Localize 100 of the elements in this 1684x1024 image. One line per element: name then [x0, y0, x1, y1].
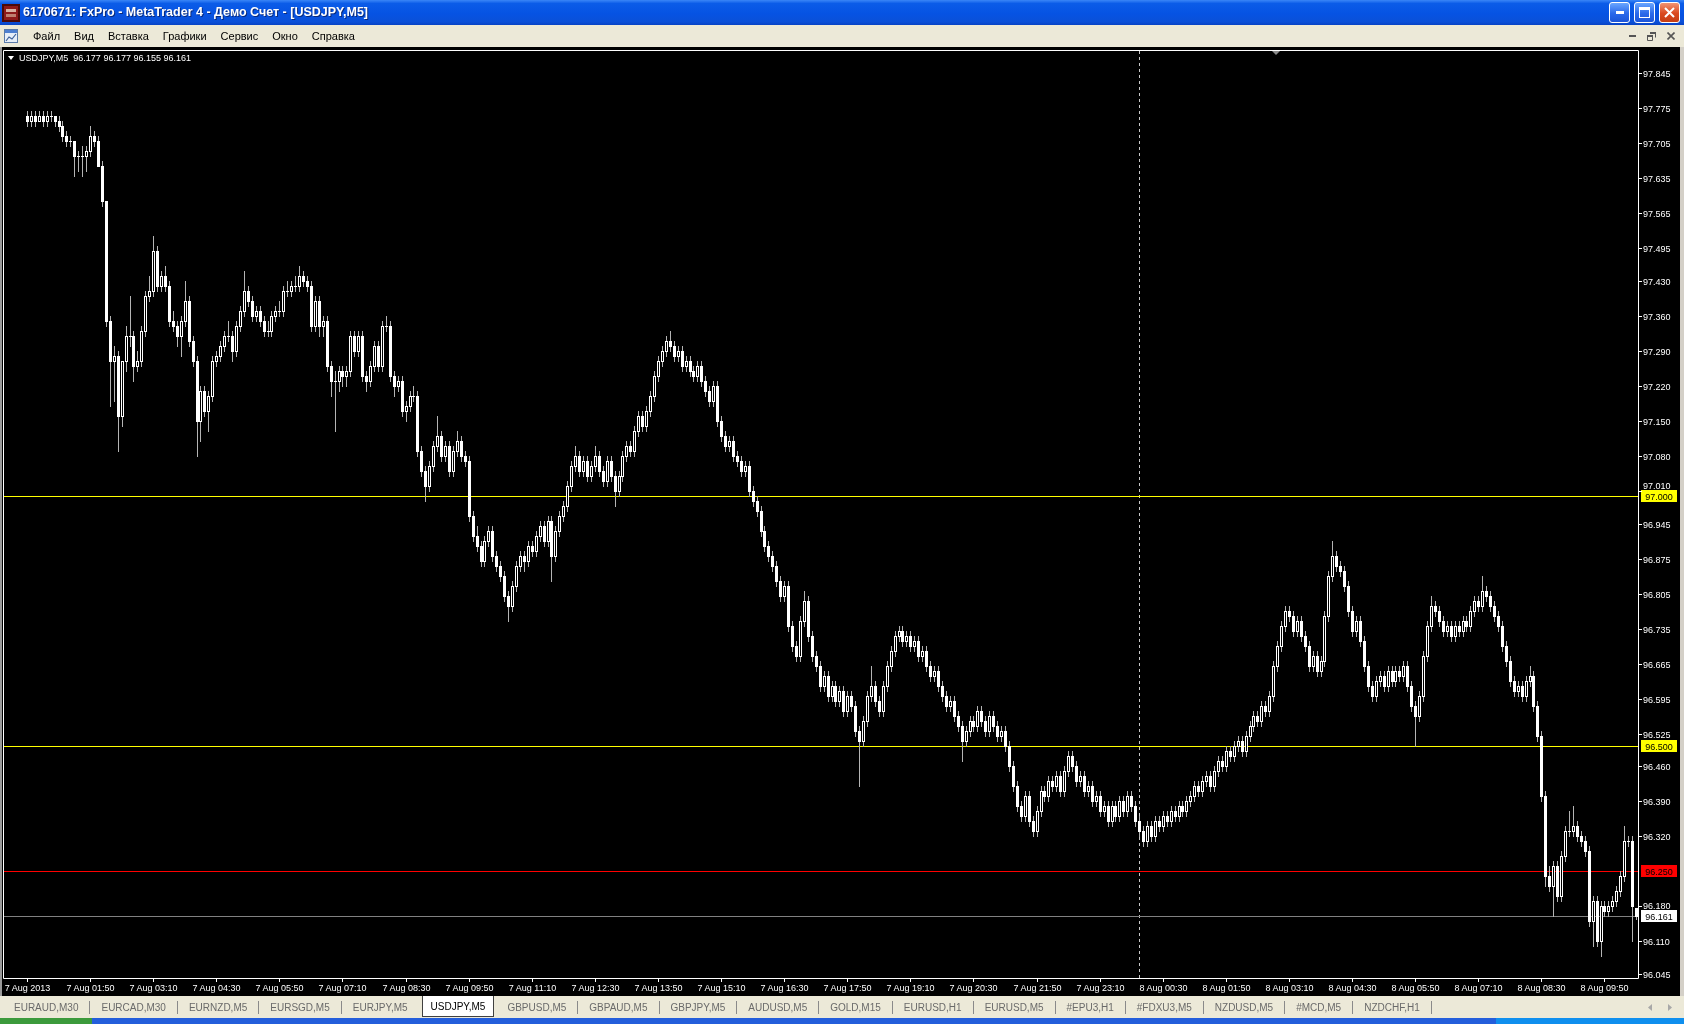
time-axis-label: 7 Aug 19:10: [886, 983, 935, 993]
price-axis-label: 96.735: [1643, 624, 1671, 635]
scroll-right-icon: [1668, 1003, 1672, 1011]
chart-header-text: USDJPY,M5 96.177 96.177 96.155 96.161: [19, 53, 191, 63]
app-icon: [2, 3, 20, 22]
price-axis-label: 97.495: [1643, 243, 1671, 254]
menu-item[interactable]: Сервис: [213, 27, 266, 45]
symbol-tab[interactable]: GBPAUD,M5: [578, 996, 659, 1018]
time-axis-label: 7 Aug 05:50: [255, 983, 304, 993]
maximize-icon: [1639, 7, 1650, 18]
symbol-tab[interactable]: NZDUSD,M5: [1203, 996, 1285, 1018]
minimize-icon: [1629, 35, 1636, 37]
price-axis-label: 97.565: [1643, 208, 1671, 219]
maximize-button[interactable]: [1634, 2, 1655, 23]
time-axis-label: 7 Aug 21:50: [1013, 983, 1062, 993]
symbol-tab[interactable]: EURNZD,M5: [177, 996, 259, 1018]
price-axis-label: 97.360: [1643, 311, 1671, 322]
time-axis-label: 7 Aug 13:50: [634, 983, 683, 993]
price-axis-label: 97.010: [1643, 480, 1671, 491]
close-button[interactable]: [1659, 2, 1680, 23]
time-axis-label: 7 Aug 03:10: [129, 983, 178, 993]
symbol-tab[interactable]: AUDUSD,M5: [737, 996, 819, 1018]
ref-line-label: 97.000: [1645, 491, 1673, 502]
time-axis-label: 8 Aug 00:30: [1139, 983, 1188, 993]
price-axis-label: 97.150: [1643, 416, 1671, 427]
price-axis-label: 97.845: [1643, 68, 1671, 79]
price-axis-label: 96.945: [1643, 519, 1671, 530]
ref-line-label: 96.250: [1645, 866, 1673, 877]
menu-item[interactable]: Окно: [265, 27, 305, 45]
scroll-left-icon: [1648, 1003, 1652, 1011]
symbol-tab[interactable]: EURUSD,H1: [892, 996, 973, 1018]
time-axis-label: 7 Aug 04:30: [192, 983, 241, 993]
symbol-tab[interactable]: GOLD,M15: [819, 996, 892, 1018]
time-axis-label: 8 Aug 03:10: [1265, 983, 1314, 993]
price-axis-label: 97.290: [1643, 346, 1671, 357]
menu-item[interactable]: Вид: [67, 27, 101, 45]
price-axis-label: 96.110: [1643, 936, 1670, 947]
time-axis-label: 7 Aug 07:10: [318, 983, 367, 993]
time-axis-label: 8 Aug 01:50: [1202, 983, 1251, 993]
price-axis-label: 96.805: [1643, 589, 1671, 600]
shift-triangle-icon[interactable]: [1272, 51, 1280, 55]
price-line-label: 96.250: [1641, 865, 1677, 877]
time-axis-label: 8 Aug 08:30: [1517, 983, 1566, 993]
window-title: 6170671: FxPro - MetaTrader 4 - Демо Счет - [USDJPY,M5]: [23, 4, 369, 22]
time-axis-label: 7 Aug 23:10: [1076, 983, 1125, 993]
chart-window-icon: [4, 29, 18, 43]
time-axis-label: 7 Aug 01:50: [66, 983, 115, 993]
minimize-icon: [1615, 11, 1624, 14]
price-axis-label: 96.390: [1643, 796, 1671, 807]
time-axis-label: 7 Aug 20:30: [949, 983, 998, 993]
time-axis-label: 7 Aug 17:50: [823, 983, 872, 993]
price-axis-label: 97.430: [1643, 276, 1671, 287]
price-axis-label: 96.180: [1643, 900, 1671, 911]
price-axis-label: 96.460: [1643, 761, 1671, 772]
menu-item[interactable]: Справка: [304, 27, 362, 45]
symbol-tab[interactable]: #EPU3,H1: [1055, 996, 1125, 1018]
price-line-label: 97.000: [1641, 490, 1677, 502]
symbol-tab[interactable]: GBPJPY,M5: [659, 996, 737, 1018]
time-axis-label: 8 Aug 04:30: [1328, 983, 1377, 993]
time-axis-label: 7 Aug 09:50: [445, 983, 494, 993]
price-axis-label: 97.705: [1643, 138, 1671, 149]
menu-item[interactable]: Файл: [26, 27, 68, 45]
time-axis-label: 8 Aug 09:50: [1580, 983, 1629, 993]
time-axis-label: 8 Aug 07:10: [1454, 983, 1503, 993]
ref-line-label: 96.161: [1645, 911, 1673, 922]
symbol-tab[interactable]: #MCD,M5: [1285, 996, 1353, 1018]
symbol-tab[interactable]: NZDCHF,H1: [1353, 996, 1431, 1018]
restore-icon: [1647, 31, 1656, 41]
time-axis-label: 7 Aug 2013: [4, 983, 51, 993]
caret-icon[interactable]: [8, 56, 14, 60]
symbol-tab[interactable]: USDJPY,M5: [421, 996, 495, 1017]
price-axis-label: 97.080: [1643, 451, 1671, 462]
time-axis-label: 7 Aug 16:30: [760, 983, 809, 993]
bid-price-label: 96.161: [1641, 910, 1677, 922]
close-icon: [1664, 7, 1675, 18]
symbol-tab[interactable]: EURUSD,M5: [973, 996, 1055, 1018]
menu-item[interactable]: Вставка: [100, 27, 156, 45]
symbol-tab[interactable]: EURJPY,M5: [341, 996, 419, 1018]
price-axis-label: 96.045: [1643, 969, 1671, 980]
time-axis-label: 7 Aug 11:10: [508, 983, 557, 993]
price-axis-label: 96.595: [1643, 694, 1671, 705]
price-axis-label: 97.220: [1643, 381, 1671, 392]
symbol-tab[interactable]: EURAUD,M30: [3, 996, 90, 1018]
price-axis-label: 96.320: [1643, 831, 1671, 842]
ref-line-label: 96.500: [1645, 741, 1673, 752]
symbol-tab[interactable]: GBPUSD,M5: [496, 996, 578, 1018]
price-axis-label: 96.875: [1643, 554, 1671, 565]
close-icon: [1666, 32, 1675, 40]
minimize-button[interactable]: [1609, 2, 1630, 23]
symbol-tab[interactable]: EURSGD,M5: [259, 996, 341, 1018]
price-line-label: 96.500: [1641, 740, 1677, 752]
time-axis-label: 7 Aug 12:30: [571, 983, 620, 993]
symbol-tab[interactable]: EURCAD,M30: [90, 996, 177, 1018]
menu-item[interactable]: Графики: [155, 27, 214, 45]
price-axis-label: 97.635: [1643, 173, 1671, 184]
price-axis-label: 96.665: [1643, 659, 1671, 670]
time-axis-label: 8 Aug 05:50: [1391, 983, 1440, 993]
symbol-tab[interactable]: #FDXU3,M5: [1125, 996, 1203, 1018]
time-axis-label: 7 Aug 15:10: [697, 983, 746, 993]
start-button[interactable]: [0, 1018, 92, 1024]
